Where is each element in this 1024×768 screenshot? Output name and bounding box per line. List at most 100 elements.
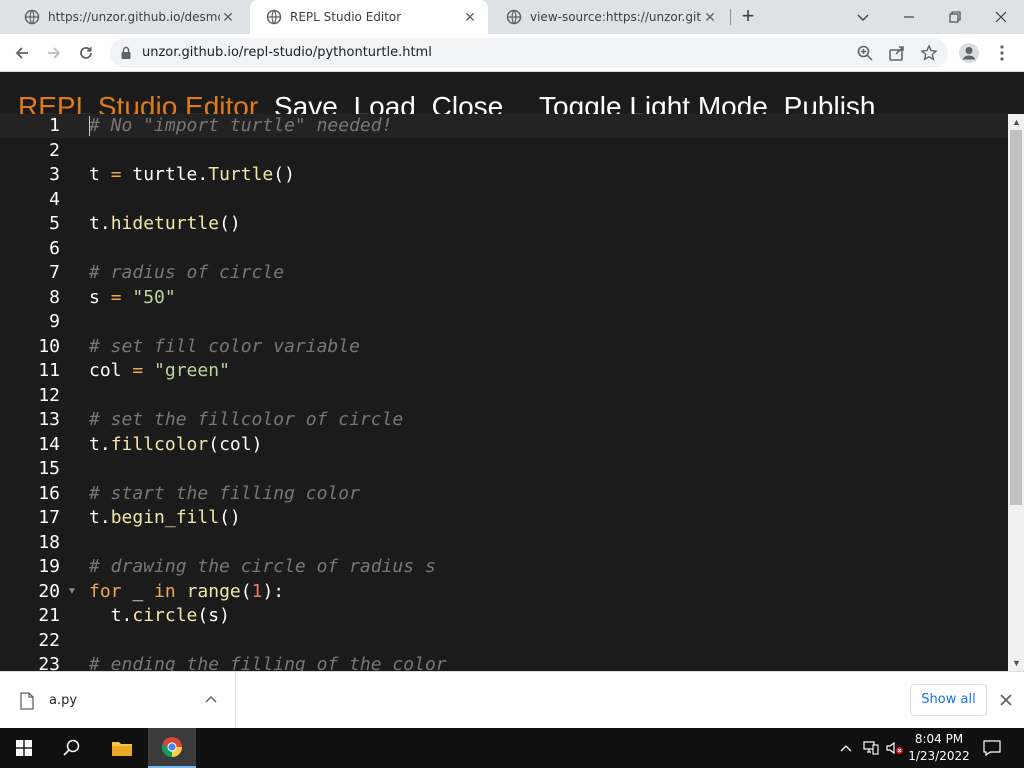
notifications-button[interactable] bbox=[976, 728, 1008, 768]
forward-button[interactable] bbox=[40, 39, 68, 67]
clock-time: 8:04 PM bbox=[914, 732, 964, 746]
line-number-gutter: 1 2 3 4 5 6 7 8 9 10 11 12 13 14 15 16 17 18 19 20 ▼ 21 22 23 bbox=[0, 114, 82, 671]
tab-separator bbox=[730, 9, 731, 25]
minimize-button[interactable] bbox=[886, 0, 932, 34]
restore-button[interactable] bbox=[932, 0, 978, 34]
code-editor[interactable]: 1 2 3 4 5 6 7 8 9 10 11 12 13 14 15 16 17 18 19 20 ▼ 21 22 23 #… bbox=[0, 114, 1008, 671]
line-number: 21 bbox=[38, 605, 60, 626]
chrome-taskbar-button[interactable] bbox=[148, 728, 196, 768]
network-button[interactable] bbox=[860, 728, 882, 768]
search-button[interactable] bbox=[48, 728, 96, 768]
more-vert-icon bbox=[1000, 45, 1004, 61]
profile-button[interactable] bbox=[955, 39, 983, 67]
file-explorer-button[interactable] bbox=[98, 728, 146, 768]
line-number: 20 bbox=[38, 580, 60, 602]
file-icon bbox=[20, 692, 34, 710]
code-token: # ending the filling of the color bbox=[89, 654, 447, 671]
vertical-scrollbar[interactable]: ▲ ▼ bbox=[1008, 114, 1024, 671]
code-line[interactable]: # No "import turtle" needed! bbox=[89, 114, 392, 138]
chevron-up-icon[interactable] bbox=[204, 693, 218, 707]
scroll-up-icon[interactable]: ▲ bbox=[1012, 118, 1021, 127]
reload-icon bbox=[80, 47, 92, 59]
code-line[interactable]: # drawing the circle of radius s bbox=[89, 555, 436, 579]
browser-toolbar: unzor.github.io/repl-studio/pythonturtle… bbox=[0, 34, 1024, 72]
close-tab-icon[interactable]: ✕ bbox=[702, 9, 718, 25]
code-token: t. bbox=[89, 213, 111, 234]
code-token: circle bbox=[132, 605, 198, 626]
code-line[interactable]: # set fill color variable bbox=[89, 335, 360, 359]
tab-desmond[interactable]: https://unzor.github.io/desmond ✕ bbox=[8, 0, 246, 34]
scrollbar-thumb[interactable] bbox=[1010, 130, 1022, 505]
system-clock[interactable]: 8:04 PM 1/23/2022 bbox=[906, 731, 972, 765]
start-button[interactable] bbox=[0, 728, 48, 768]
code-token: range bbox=[186, 580, 241, 602]
close-tab-icon[interactable]: ✕ bbox=[462, 9, 478, 25]
address-bar[interactable]: unzor.github.io/repl-studio/pythonturtle… bbox=[110, 38, 948, 68]
volume-muted-icon bbox=[886, 741, 903, 755]
show-all-button[interactable]: Show all bbox=[910, 684, 987, 716]
close-icon[interactable] bbox=[997, 691, 1015, 709]
network-icon bbox=[863, 741, 879, 755]
line-number: 2 bbox=[49, 139, 60, 161]
code-line[interactable]: s = "50" bbox=[89, 286, 176, 310]
code-line[interactable]: t = turtle.Turtle() bbox=[89, 163, 295, 187]
code-line[interactable]: t.circle(s) bbox=[89, 604, 230, 628]
line-number: 3 bbox=[49, 164, 60, 185]
volume-button[interactable] bbox=[884, 728, 906, 768]
minimize-icon bbox=[904, 16, 914, 18]
code-line[interactable]: col = "green" bbox=[89, 359, 230, 383]
zoom-icon[interactable] bbox=[856, 44, 874, 62]
line-number: 11 bbox=[38, 360, 60, 381]
line-number: 18 bbox=[38, 531, 60, 553]
fold-toggle-icon[interactable]: ▼ bbox=[67, 580, 77, 604]
code-token: ( bbox=[240, 580, 252, 602]
line-number: 10 bbox=[38, 335, 60, 357]
tab-title: REPL Studio Editor bbox=[290, 10, 402, 24]
line-number: 7 bbox=[49, 262, 60, 283]
clock-date: 1/23/2022 bbox=[908, 749, 970, 763]
tab-repl-studio[interactable]: REPL Studio Editor ✕ bbox=[250, 0, 488, 34]
tab-view-source[interactable]: view-source:https://unzor.github ✕ bbox=[490, 0, 728, 34]
line-number: 22 bbox=[38, 629, 60, 651]
code-line[interactable]: # ending the filling of the color bbox=[89, 653, 447, 671]
close-window-button[interactable] bbox=[978, 0, 1024, 34]
line-number: 16 bbox=[38, 482, 60, 504]
line-number: 8 bbox=[49, 286, 60, 308]
code-token: begin_fill bbox=[110, 507, 220, 528]
back-button[interactable] bbox=[8, 39, 36, 67]
share-icon[interactable] bbox=[888, 44, 906, 62]
code-line[interactable]: t.fillcolor(col) bbox=[89, 433, 262, 457]
code-line[interactable]: # start the filling color bbox=[89, 482, 360, 506]
show-hidden-icons-button[interactable] bbox=[836, 728, 856, 768]
arrow-right-icon bbox=[48, 47, 61, 59]
code-line[interactable]: # radius of circle bbox=[89, 261, 284, 285]
windows-logo-icon bbox=[16, 740, 32, 756]
tab-search-button[interactable] bbox=[840, 0, 886, 34]
line-number: 15 bbox=[38, 458, 60, 479]
code-line[interactable]: t.begin_fill() bbox=[89, 506, 241, 530]
code-token: = bbox=[132, 360, 144, 381]
code-line[interactable]: t.hideturtle() bbox=[89, 212, 241, 236]
line-number: 19 bbox=[38, 556, 60, 577]
close-tab-icon[interactable]: ✕ bbox=[220, 9, 236, 25]
browser-menu-button[interactable] bbox=[988, 39, 1016, 67]
reload-button[interactable] bbox=[72, 39, 100, 67]
notification-icon bbox=[983, 740, 1001, 756]
line-number: 13 bbox=[38, 409, 60, 430]
avatar-icon bbox=[959, 43, 979, 63]
code-token: t bbox=[89, 164, 111, 185]
code-line[interactable]: for _ in range(1): bbox=[89, 580, 284, 604]
scroll-down-icon[interactable]: ▼ bbox=[1012, 659, 1021, 668]
bookmark-star-icon[interactable] bbox=[920, 44, 938, 62]
code-token: () bbox=[219, 507, 241, 528]
download-item[interactable]: a.py bbox=[0, 672, 236, 728]
text-cursor bbox=[89, 116, 90, 136]
code-token: # drawing the circle of radius s bbox=[89, 556, 436, 577]
download-file-name: a.py bbox=[49, 693, 78, 708]
code-token: in bbox=[154, 580, 176, 602]
code-line[interactable]: # set the fillcolor of circle bbox=[89, 408, 403, 432]
line-number: 14 bbox=[38, 433, 60, 455]
chrome-icon bbox=[161, 737, 183, 758]
new-tab-button[interactable]: + bbox=[736, 5, 760, 29]
